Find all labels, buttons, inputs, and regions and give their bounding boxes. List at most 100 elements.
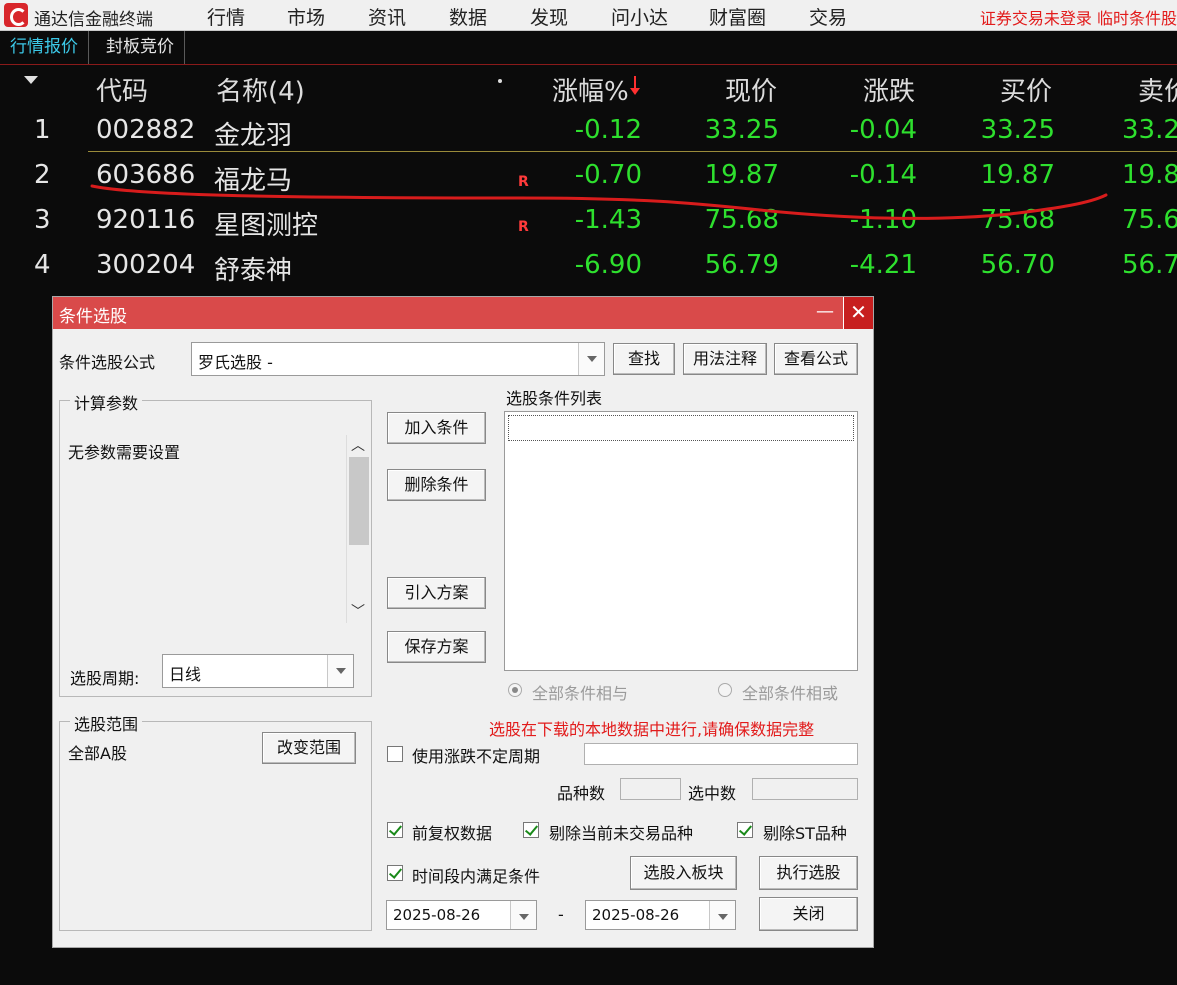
header-price[interactable]: 现价	[725, 71, 777, 108]
selection-line	[88, 151, 1177, 152]
ask-value: 33.25	[1122, 115, 1177, 145]
condition-list[interactable]	[504, 411, 858, 671]
r-badge: R	[518, 219, 529, 235]
count-label: 品种数	[557, 784, 606, 803]
header-code[interactable]: 代码	[96, 71, 148, 108]
dialog-title-bar[interactable]: 条件选股 — ✕	[53, 297, 873, 329]
add-condition-button[interactable]: 加入条件	[387, 412, 486, 444]
variable-period-input[interactable]	[584, 743, 858, 765]
app-name: 通达信金融终端	[34, 10, 153, 30]
header-change[interactable]: 涨跌	[863, 71, 915, 108]
usage-notes-button[interactable]: 用法注释	[683, 343, 767, 375]
tab-bar: 行情报价 封板竞价	[0, 31, 1177, 65]
period-label: 选股周期:	[70, 669, 140, 688]
time-range-checkbox[interactable]	[387, 865, 403, 881]
stock-code: 603686	[96, 160, 196, 190]
scroll-thumb[interactable]	[349, 457, 369, 545]
bid-value: 75.68	[980, 205, 1055, 235]
radio-all-or-label: 全部条件相或	[742, 684, 839, 703]
formula-select[interactable]: 罗氏选股 -	[191, 342, 605, 376]
list-focus-row[interactable]	[508, 415, 854, 441]
time-range-label: 时间段内满足条件	[412, 867, 541, 886]
chevron-down-icon[interactable]	[510, 901, 536, 929]
price-value: 19.87	[704, 160, 779, 190]
radio-all-or[interactable]	[718, 683, 732, 697]
params-group: 计算参数 无参数需要设置 ︿ ﹀ 选股周期: 日线	[59, 390, 372, 697]
data-warning: 选股在下载的本地数据中进行,请确保数据完整	[489, 720, 815, 739]
date-to-select[interactable]: 2025-08-26	[585, 900, 736, 930]
view-formula-button[interactable]: 查看公式	[774, 343, 858, 375]
bid-value: 33.25	[980, 115, 1055, 145]
to-block-button[interactable]: 选股入板块	[630, 856, 737, 890]
dialog-title: 条件选股	[59, 307, 127, 327]
chevron-up-icon[interactable]: ︿	[351, 435, 365, 455]
change-pct-value: -6.90	[574, 250, 642, 280]
login-status[interactable]: 证券交易未登录 临时条件股	[980, 5, 1177, 29]
chevron-down-icon[interactable]: ﹀	[351, 601, 365, 621]
exclude-untraded-checkbox[interactable]	[523, 822, 539, 838]
delete-condition-button[interactable]: 删除条件	[387, 469, 486, 501]
tab-quotes[interactable]: 行情报价	[0, 31, 89, 64]
scope-group: 选股范围 全部A股 改变范围	[59, 711, 372, 931]
selected-label: 选中数	[688, 784, 737, 803]
stock-code: 920116	[96, 205, 196, 235]
menu-data[interactable]: 数据	[449, 3, 487, 30]
scope-group-title: 选股范围	[70, 711, 143, 735]
column-menu-icon[interactable]	[24, 76, 38, 84]
change-value: -0.14	[849, 160, 917, 190]
date-from-select[interactable]: 2025-08-26	[386, 900, 537, 930]
radio-all-and-label: 全部条件相与	[532, 684, 629, 703]
fq-checkbox[interactable]	[387, 822, 403, 838]
price-value: 56.79	[704, 250, 779, 280]
tab-auction[interactable]: 封板竞价	[96, 31, 185, 64]
row-index: 4	[34, 250, 51, 280]
menu-ask-xiaoda[interactable]: 问小达	[611, 3, 668, 30]
header-change-pct[interactable]: 涨幅%	[552, 71, 629, 108]
radio-all-and[interactable]	[508, 683, 522, 697]
menu-news[interactable]: 资讯	[368, 3, 406, 30]
formula-value: 罗氏选股 -	[198, 353, 273, 372]
menu-trade[interactable]: 交易	[809, 3, 847, 30]
header-bid[interactable]: 买价	[1000, 71, 1052, 108]
chevron-down-icon[interactable]	[327, 655, 353, 687]
variable-period-label: 使用涨跌不定周期	[412, 747, 541, 766]
ask-value: 75.69	[1122, 205, 1177, 235]
change-pct-value: -0.70	[574, 160, 642, 190]
app-logo-icon	[4, 3, 28, 27]
condition-list-label: 选股条件列表	[506, 389, 603, 408]
fq-label: 前复权数据	[412, 824, 493, 843]
chevron-down-icon[interactable]	[709, 901, 735, 929]
bid-value: 56.70	[980, 250, 1055, 280]
run-selection-button[interactable]: 执行选股	[759, 856, 858, 890]
scope-value: 全部A股	[68, 744, 127, 763]
stock-code: 300204	[96, 250, 196, 280]
change-scope-button[interactable]: 改变范围	[262, 732, 356, 764]
menu-wealth-circle[interactable]: 财富圈	[709, 3, 766, 30]
exclude-st-checkbox[interactable]	[737, 822, 753, 838]
header-ask[interactable]: 卖价	[1138, 71, 1177, 108]
r-badge: R	[518, 174, 529, 190]
minimize-icon[interactable]: —	[811, 297, 839, 329]
stock-name: 金龙羽	[214, 121, 293, 151]
date-to-value: 2025-08-26	[592, 906, 680, 924]
period-select[interactable]: 日线	[162, 654, 354, 688]
params-scrollbar[interactable]: ︿ ﹀	[346, 435, 370, 623]
ask-value: 56.79	[1122, 250, 1177, 280]
menu-discover[interactable]: 发现	[530, 3, 568, 30]
condition-select-dialog: 条件选股 — ✕ 条件选股公式 罗氏选股 - 查找 用法注释 查看公式 计算参数…	[52, 296, 874, 948]
change-pct-value: -1.43	[574, 205, 642, 235]
close-button[interactable]: 关闭	[759, 897, 858, 931]
menu-market-quotes[interactable]: 行情	[207, 3, 245, 30]
chevron-down-icon[interactable]	[578, 343, 604, 375]
menu-market[interactable]: 市场	[287, 3, 325, 30]
date-separator: -	[558, 905, 564, 924]
close-icon[interactable]: ✕	[843, 297, 873, 329]
header-name[interactable]: 名称(4)	[216, 71, 305, 108]
row-index: 1	[34, 115, 51, 145]
variable-period-checkbox[interactable]	[387, 746, 403, 762]
find-button[interactable]: 查找	[613, 343, 675, 375]
price-value: 33.25	[704, 115, 779, 145]
import-plan-button[interactable]: 引入方案	[387, 577, 486, 609]
save-plan-button[interactable]: 保存方案	[387, 631, 486, 663]
stock-name: 福龙马	[214, 166, 293, 196]
